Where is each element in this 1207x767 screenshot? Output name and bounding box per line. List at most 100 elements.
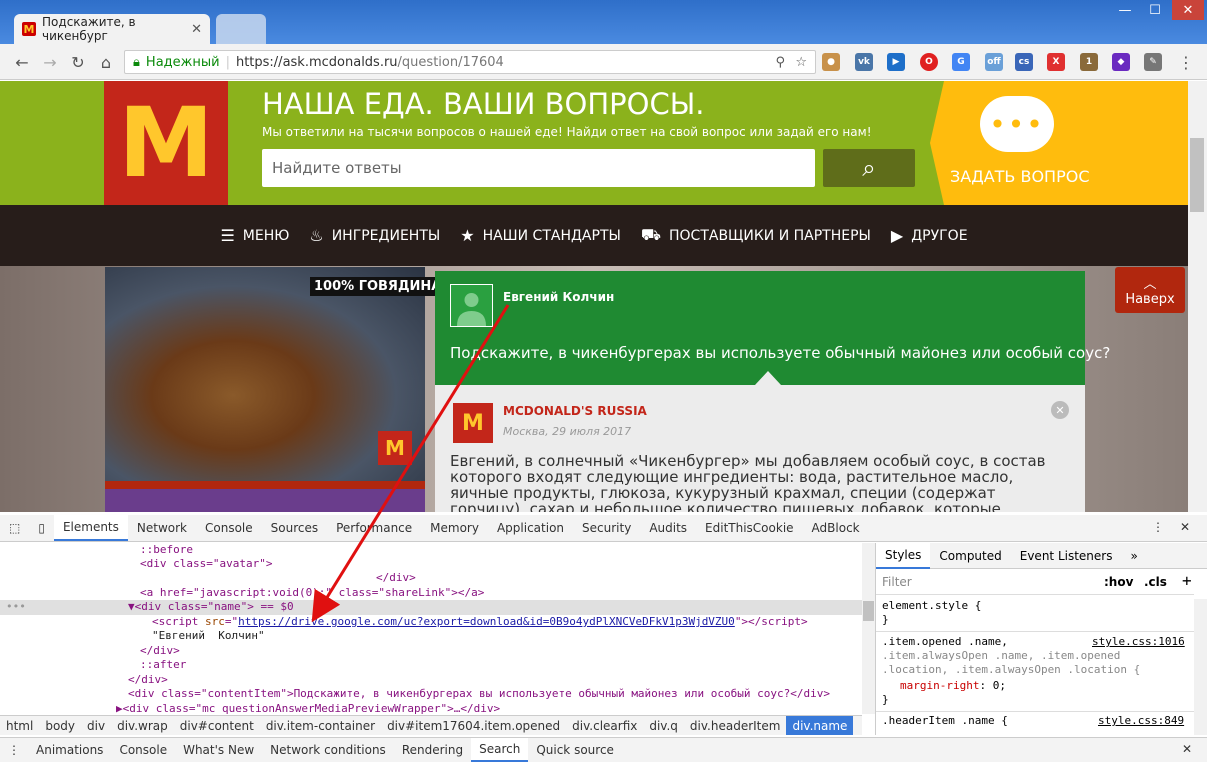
device-toolbar-icon[interactable]: ▯ bbox=[29, 515, 54, 541]
vk-extension-icon[interactable]: vk bbox=[855, 53, 873, 71]
key-icon[interactable]: ⚲ bbox=[775, 55, 785, 70]
ask-question-button[interactable]: ЗАДАТЬ ВОПРОС bbox=[950, 167, 1090, 186]
tab-sources[interactable]: Sources bbox=[262, 515, 327, 541]
tab-close-icon[interactable]: ✕ bbox=[191, 22, 202, 37]
dom-line[interactable]: ::before bbox=[0, 543, 862, 558]
address-bar[interactable]: 🔒︎ Надежный | https://ask.mcdonalds.ru/q… bbox=[124, 50, 816, 74]
mcdonalds-logo[interactable]: M bbox=[104, 81, 228, 205]
devtools-menu-icon[interactable]: ⋮ bbox=[1152, 520, 1164, 534]
drawer-tab-quick-source[interactable]: Quick source bbox=[528, 738, 622, 762]
reload-icon[interactable]: ↻ bbox=[68, 52, 88, 72]
tab-console[interactable]: Console bbox=[196, 515, 262, 541]
next-card-preview[interactable] bbox=[105, 489, 425, 512]
devtools-close-icon[interactable]: ✕ bbox=[1180, 520, 1190, 534]
translate-extension-icon[interactable]: G bbox=[952, 53, 970, 71]
dom-line-selected[interactable]: ••• ▼<div class="name"> == $0 bbox=[0, 600, 862, 615]
diamond-extension-icon[interactable]: ◆ bbox=[1112, 53, 1130, 71]
drawer-tab-animations[interactable]: Animations bbox=[28, 738, 111, 762]
tab-memory[interactable]: Memory bbox=[421, 515, 488, 541]
drawer-menu-icon[interactable]: ⋮ bbox=[0, 738, 28, 762]
cookie-extension-icon[interactable]: ● bbox=[822, 53, 840, 71]
opera-extension-icon[interactable]: O bbox=[920, 53, 938, 71]
drawer-close-icon[interactable]: ✕ bbox=[1182, 742, 1192, 756]
close-icon[interactable]: ✕ bbox=[1051, 401, 1069, 419]
dom-line[interactable]: </div> bbox=[0, 571, 862, 586]
dom-line[interactable]: ::after bbox=[0, 658, 862, 673]
dom-line[interactable]: </div> bbox=[0, 644, 862, 659]
tab-security[interactable]: Security bbox=[573, 515, 640, 541]
crumb-div-content[interactable]: div#content bbox=[174, 716, 260, 735]
tab-elements[interactable]: Elements bbox=[53, 515, 128, 541]
dom-line[interactable]: <script src="https://drive.google.com/uc… bbox=[0, 615, 862, 630]
tab-editthiscookie[interactable]: EditThisCookie bbox=[696, 515, 803, 541]
tab-application[interactable]: Application bbox=[488, 515, 573, 541]
crumb-body[interactable]: body bbox=[39, 716, 81, 735]
dom-line[interactable]: </div> bbox=[0, 673, 862, 688]
hov-toggle[interactable]: :hov bbox=[1104, 575, 1133, 589]
rule-selector[interactable]: .item.opened .name, bbox=[882, 635, 1008, 648]
crumb-item-container[interactable]: div.item-container bbox=[260, 716, 381, 735]
elements-panel[interactable]: ::before <div class="avatar"> </div> <a … bbox=[0, 543, 862, 714]
tab-adblock[interactable]: AdBlock bbox=[803, 515, 869, 541]
nav-ingredients[interactable]: ♨ ИНГРЕДИЕНТЫ bbox=[309, 226, 440, 245]
beef-patty-image[interactable] bbox=[105, 267, 425, 481]
tab-event-listeners[interactable]: Event Listeners bbox=[1011, 543, 1122, 569]
styles-filter-input[interactable]: Filter bbox=[882, 575, 912, 589]
elements-scrollbar[interactable] bbox=[862, 543, 875, 714]
minimize-button[interactable]: — bbox=[1110, 0, 1140, 20]
nav-suppliers[interactable]: ⛟ ПОСТАВЩИКИ И ПАРТНЕРЫ bbox=[641, 225, 871, 246]
maximize-button[interactable]: ☐ bbox=[1140, 0, 1170, 20]
home-icon[interactable]: ⌂ bbox=[96, 52, 116, 72]
back-to-top-button[interactable]: ︿ Наверх bbox=[1115, 267, 1185, 313]
dom-line[interactable]: <div class="contentItem">Подскажите, в ч… bbox=[0, 687, 862, 702]
ask-question-panel[interactable] bbox=[930, 81, 1188, 205]
element-style-rule[interactable]: element.style { bbox=[882, 599, 981, 612]
rule-selector[interactable]: .headerItem .name { bbox=[882, 714, 1008, 727]
cls-toggle[interactable]: .cls bbox=[1144, 575, 1167, 589]
page-scrollbar-thumb[interactable] bbox=[1190, 138, 1204, 212]
nav-other[interactable]: ▶ ДРУГОЕ bbox=[891, 226, 968, 245]
tab-styles[interactable]: Styles bbox=[876, 542, 931, 569]
paint-extension-icon[interactable]: ✎ bbox=[1144, 53, 1162, 71]
drawer-tab-console[interactable]: Console bbox=[111, 738, 175, 762]
drawer-tab-search[interactable]: Search bbox=[471, 738, 529, 762]
nav-standards[interactable]: ★ НАШИ СТАНДАРТЫ bbox=[460, 226, 621, 245]
drawer-tab-rendering[interactable]: Rendering bbox=[394, 738, 471, 762]
badge-extension-icon[interactable]: 1 bbox=[1080, 53, 1098, 71]
question-author[interactable]: Евгений Колчин bbox=[503, 290, 614, 304]
styles-scrollbar[interactable] bbox=[1194, 599, 1207, 735]
tab-network[interactable]: Network bbox=[128, 515, 196, 541]
rule-source-link[interactable]: style.css:1016 bbox=[1092, 635, 1185, 648]
rule-property[interactable]: margin-right: 0; bbox=[900, 679, 1006, 692]
dom-line[interactable]: <div class="avatar"> bbox=[0, 557, 862, 572]
crumb-div-wrap[interactable]: div.wrap bbox=[111, 716, 174, 735]
drawer-tab-whats-new[interactable]: What's New bbox=[175, 738, 262, 762]
crumb-div-name[interactable]: div.name bbox=[786, 716, 854, 735]
crumb-clearfix[interactable]: div.clearfix bbox=[566, 716, 643, 735]
nav-menu[interactable]: ☰ МЕНЮ bbox=[220, 226, 289, 245]
crumb-item17604[interactable]: div#item17604.item.opened bbox=[381, 716, 566, 735]
off-extension-icon[interactable]: off bbox=[985, 53, 1003, 71]
crumb-div[interactable]: div bbox=[81, 716, 111, 735]
rule-source-link[interactable]: style.css:849 bbox=[1098, 714, 1184, 727]
dom-line[interactable]: <a href="javascript:void(0);" class="sha… bbox=[0, 586, 862, 601]
add-rule-icon[interactable]: + bbox=[1182, 571, 1192, 590]
x-extension-icon[interactable]: X bbox=[1047, 53, 1065, 71]
crumb-html[interactable]: html bbox=[0, 716, 39, 735]
drawer-tab-network-conditions[interactable]: Network conditions bbox=[262, 738, 394, 762]
bookmark-star-icon[interactable]: ☆ bbox=[795, 55, 807, 70]
forward-arrow-icon[interactable]: → bbox=[40, 52, 60, 72]
menu-dots-icon[interactable]: ⋮ bbox=[1176, 52, 1196, 72]
search-button[interactable]: ⌕ bbox=[823, 149, 915, 187]
dom-line[interactable]: ▶<div class="mc_questionAnswerMediaPrevi… bbox=[0, 702, 862, 714]
back-arrow-icon[interactable]: ← bbox=[12, 52, 32, 72]
play-extension-icon[interactable]: ▶ bbox=[887, 53, 905, 71]
inspect-element-icon[interactable]: ⬚ bbox=[0, 515, 29, 541]
crumb-div-q[interactable]: div.q bbox=[643, 716, 684, 735]
dom-line[interactable]: "Евгений Колчин" bbox=[0, 629, 862, 644]
browser-tab-active[interactable]: M Подскажите, в чикенбург ✕ bbox=[14, 14, 210, 44]
more-tabs-icon[interactable]: » bbox=[1121, 543, 1146, 569]
crumb-headeritem[interactable]: div.headerItem bbox=[684, 716, 787, 735]
tab-computed[interactable]: Computed bbox=[930, 543, 1010, 569]
cs-extension-icon[interactable]: cs bbox=[1015, 53, 1033, 71]
